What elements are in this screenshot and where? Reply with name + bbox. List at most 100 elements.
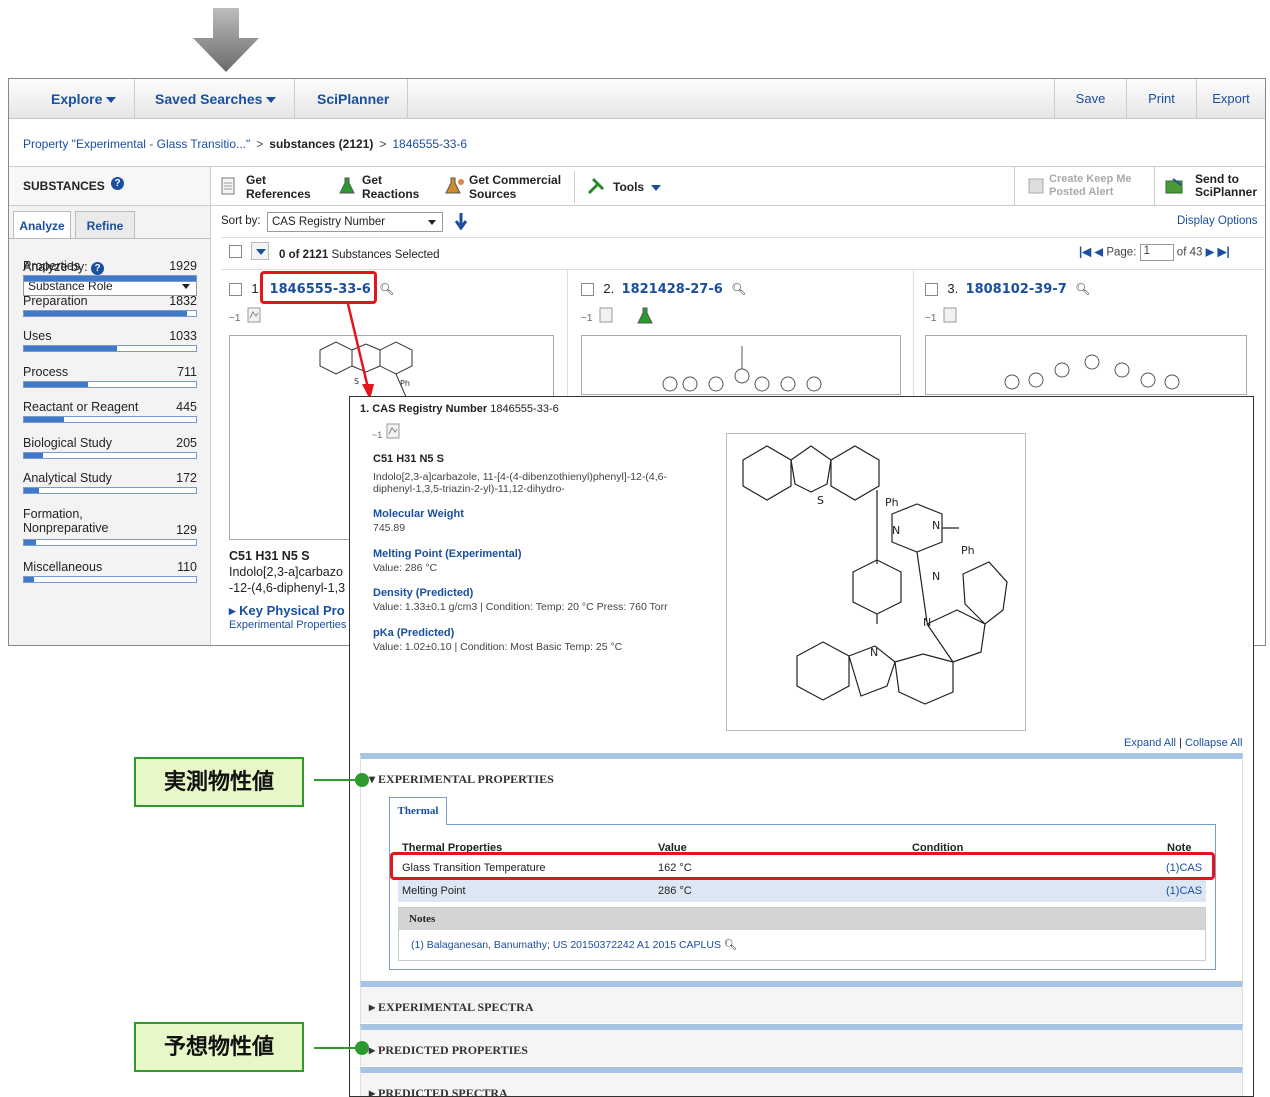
sort-by-label: Sort by: <box>221 215 261 227</box>
help-icon[interactable]: ? <box>111 177 124 190</box>
card-ref-count: ~1 <box>581 313 593 324</box>
analyze-row-bar-fill <box>24 540 37 545</box>
nitrogen-label: N <box>932 570 940 583</box>
analyze-row[interactable]: Miscellaneous 110 <box>23 560 197 583</box>
analyze-row-label: Reactant or Reagent <box>23 400 139 414</box>
card-ref-count: ~1 <box>229 313 241 324</box>
tab-refine[interactable]: Refine <box>75 211 135 239</box>
card-name-line-1: Indolo[2,3-a]carbazo <box>229 565 343 579</box>
get-commercial-sources-button[interactable]: Get Commercial Sources <box>445 171 575 203</box>
analyze-row-label: Miscellaneous <box>23 560 103 574</box>
magnifier-icon[interactable]: 🔍︎ <box>724 939 737 951</box>
svg-text:Ph: Ph <box>400 379 410 388</box>
card-number: 2. <box>603 281 615 296</box>
sciplanner-link[interactable]: SciPlanner <box>299 79 409 119</box>
tools-menu[interactable]: Tools <box>587 171 667 203</box>
analyze-row[interactable]: Formation, Nonpreparative 129 <box>23 507 197 546</box>
card-structure-image[interactable] <box>925 335 1247 395</box>
breadcrumb-cas[interactable]: 1846555-33-6 <box>392 137 467 151</box>
last-page-icon[interactable]: ▶| <box>1218 247 1230 259</box>
expand-all-link[interactable]: Expand All <box>1124 737 1176 749</box>
magnifier-icon[interactable]: 🔍︎ <box>731 282 746 296</box>
analyze-row-count: 205 <box>176 436 197 450</box>
analyze-row-bar-fill <box>24 488 40 493</box>
page-of: of 43 <box>1176 246 1203 259</box>
sort-by-value: CAS Registry Number <box>272 216 386 228</box>
magnifier-icon[interactable]: 🔍︎ <box>379 282 394 296</box>
key-physical-properties-toggle[interactable]: ▸ Key Physical Pro <box>229 603 345 619</box>
tools-icon <box>587 177 605 195</box>
analyze-row[interactable]: Preparation 1832 <box>23 294 197 317</box>
send-to-sciplanner-button[interactable]: Send to SciPlanner <box>1154 167 1265 205</box>
analyze-row[interactable]: Reactant or Reagent 445 <box>23 400 197 423</box>
chevron-down-icon <box>182 284 190 289</box>
tab-thermal[interactable]: Thermal <box>389 797 447 825</box>
save-button[interactable]: Save <box>1054 79 1126 119</box>
cell-note-link[interactable]: (1)CAS <box>1166 885 1202 897</box>
flask-icon[interactable] <box>637 307 653 325</box>
sort-by-dropdown[interactable]: CAS Registry Number <box>267 212 443 232</box>
glass-transition-highlight <box>390 852 1215 880</box>
select-all-checkbox[interactable] <box>229 245 242 258</box>
analyze-row-label: Biological Study <box>23 436 112 450</box>
breadcrumb-separator: > <box>256 137 264 151</box>
print-button[interactable]: Print <box>1126 79 1196 119</box>
analyze-row-label-2: Nonpreparative <box>23 521 109 535</box>
structure-icon[interactable] <box>943 307 957 323</box>
analyze-row[interactable]: Analytical Study 172 <box>23 471 197 494</box>
get-reactions-button[interactable]: Get Reactions <box>339 171 429 203</box>
analyze-row[interactable]: Biological Study 205 <box>23 436 197 459</box>
phenyl-label-2: Ph <box>961 544 975 557</box>
predicted-spectra-section[interactable]: ▸ PREDICTED SPECTRA <box>360 1067 1243 1096</box>
analyze-row-count: 1832 <box>169 294 197 308</box>
get-references-button[interactable]: Get References <box>221 171 321 203</box>
popup-header-label: 1. CAS Registry Number <box>360 403 488 415</box>
down-arrow-icon <box>193 8 259 72</box>
analyze-row[interactable]: Uses 1033 <box>23 329 197 352</box>
predicted-properties-section[interactable]: ▸ PREDICTED PROPERTIES <box>360 1024 1243 1066</box>
structure-icon[interactable] <box>386 423 400 439</box>
next-page-icon[interactable]: ▶ <box>1206 247 1215 259</box>
annotation-dot <box>355 773 369 787</box>
card-checkbox[interactable] <box>925 283 938 297</box>
magnifier-icon[interactable]: 🔍︎ <box>1075 282 1090 296</box>
explore-menu[interactable]: Explore <box>33 79 136 119</box>
experimental-properties-link[interactable]: Experimental Properties <box>229 619 346 631</box>
experimental-properties-toggle[interactable]: ▾ EXPERIMENTAL PROPERTIES <box>369 772 554 787</box>
breadcrumb-query[interactable]: Property "Experimental - Glass Transitio… <box>23 137 250 151</box>
card-cas-link[interactable]: 1821428-27-6 <box>622 282 723 297</box>
export-button[interactable]: Export <box>1196 79 1265 119</box>
card-structure-image[interactable] <box>581 335 901 395</box>
sort-descending-icon[interactable] <box>455 212 467 230</box>
create-keep-me-posted-alert-button[interactable]: Create Keep Me Posted Alert <box>1014 167 1154 205</box>
card-checkbox[interactable] <box>581 283 594 297</box>
first-page-icon[interactable]: |◀ <box>1079 247 1091 259</box>
analyze-row-label: Process <box>23 365 69 379</box>
analyze-row[interactable]: Process 711 <box>23 365 197 388</box>
display-options-link[interactable]: Display Options <box>1177 215 1258 227</box>
substance-card-2: 2. 1821428-27-6 🔍︎ <box>581 281 746 297</box>
experimental-spectra-section[interactable]: ▸ EXPERIMENTAL SPECTRA <box>360 981 1243 1023</box>
analyze-row-bar <box>23 539 197 546</box>
popup-structure-image[interactable]: S Ph Ph N N N N N <box>726 433 1026 731</box>
saved-searches-menu[interactable]: Saved Searches <box>137 79 296 119</box>
analyze-row[interactable]: Properties 1929 <box>23 259 197 282</box>
card-cas-link[interactable]: 1808102-39-7 <box>966 282 1067 297</box>
structure-icon[interactable] <box>599 307 613 323</box>
page-input[interactable]: 1 <box>1139 244 1174 261</box>
tab-analyze[interactable]: Analyze <box>13 211 71 239</box>
note-reference-link[interactable]: (1) Balaganesan, Banumathy; US 201503722… <box>411 939 721 951</box>
structure-icon[interactable] <box>247 307 261 323</box>
collapse-all-link[interactable]: Collapse All <box>1185 737 1242 749</box>
card-number: 3. <box>947 281 959 296</box>
analyze-row-count: 110 <box>177 560 197 574</box>
analyze-row-bar <box>23 381 197 388</box>
analyze-panel: Analyze Refine Analyze by: ? Substance R… <box>9 206 211 645</box>
select-menu-button[interactable] <box>251 242 269 260</box>
prev-page-icon[interactable]: ◀ <box>1094 247 1103 259</box>
notes-header: Notes <box>399 908 1205 930</box>
breadcrumb-substances[interactable]: substances (2121) <box>269 137 373 151</box>
sciplanner-icon <box>1165 178 1183 194</box>
card-name-line-2: -12-(4,6-diphenyl-1,3 <box>229 581 346 595</box>
card-checkbox[interactable] <box>229 283 242 297</box>
